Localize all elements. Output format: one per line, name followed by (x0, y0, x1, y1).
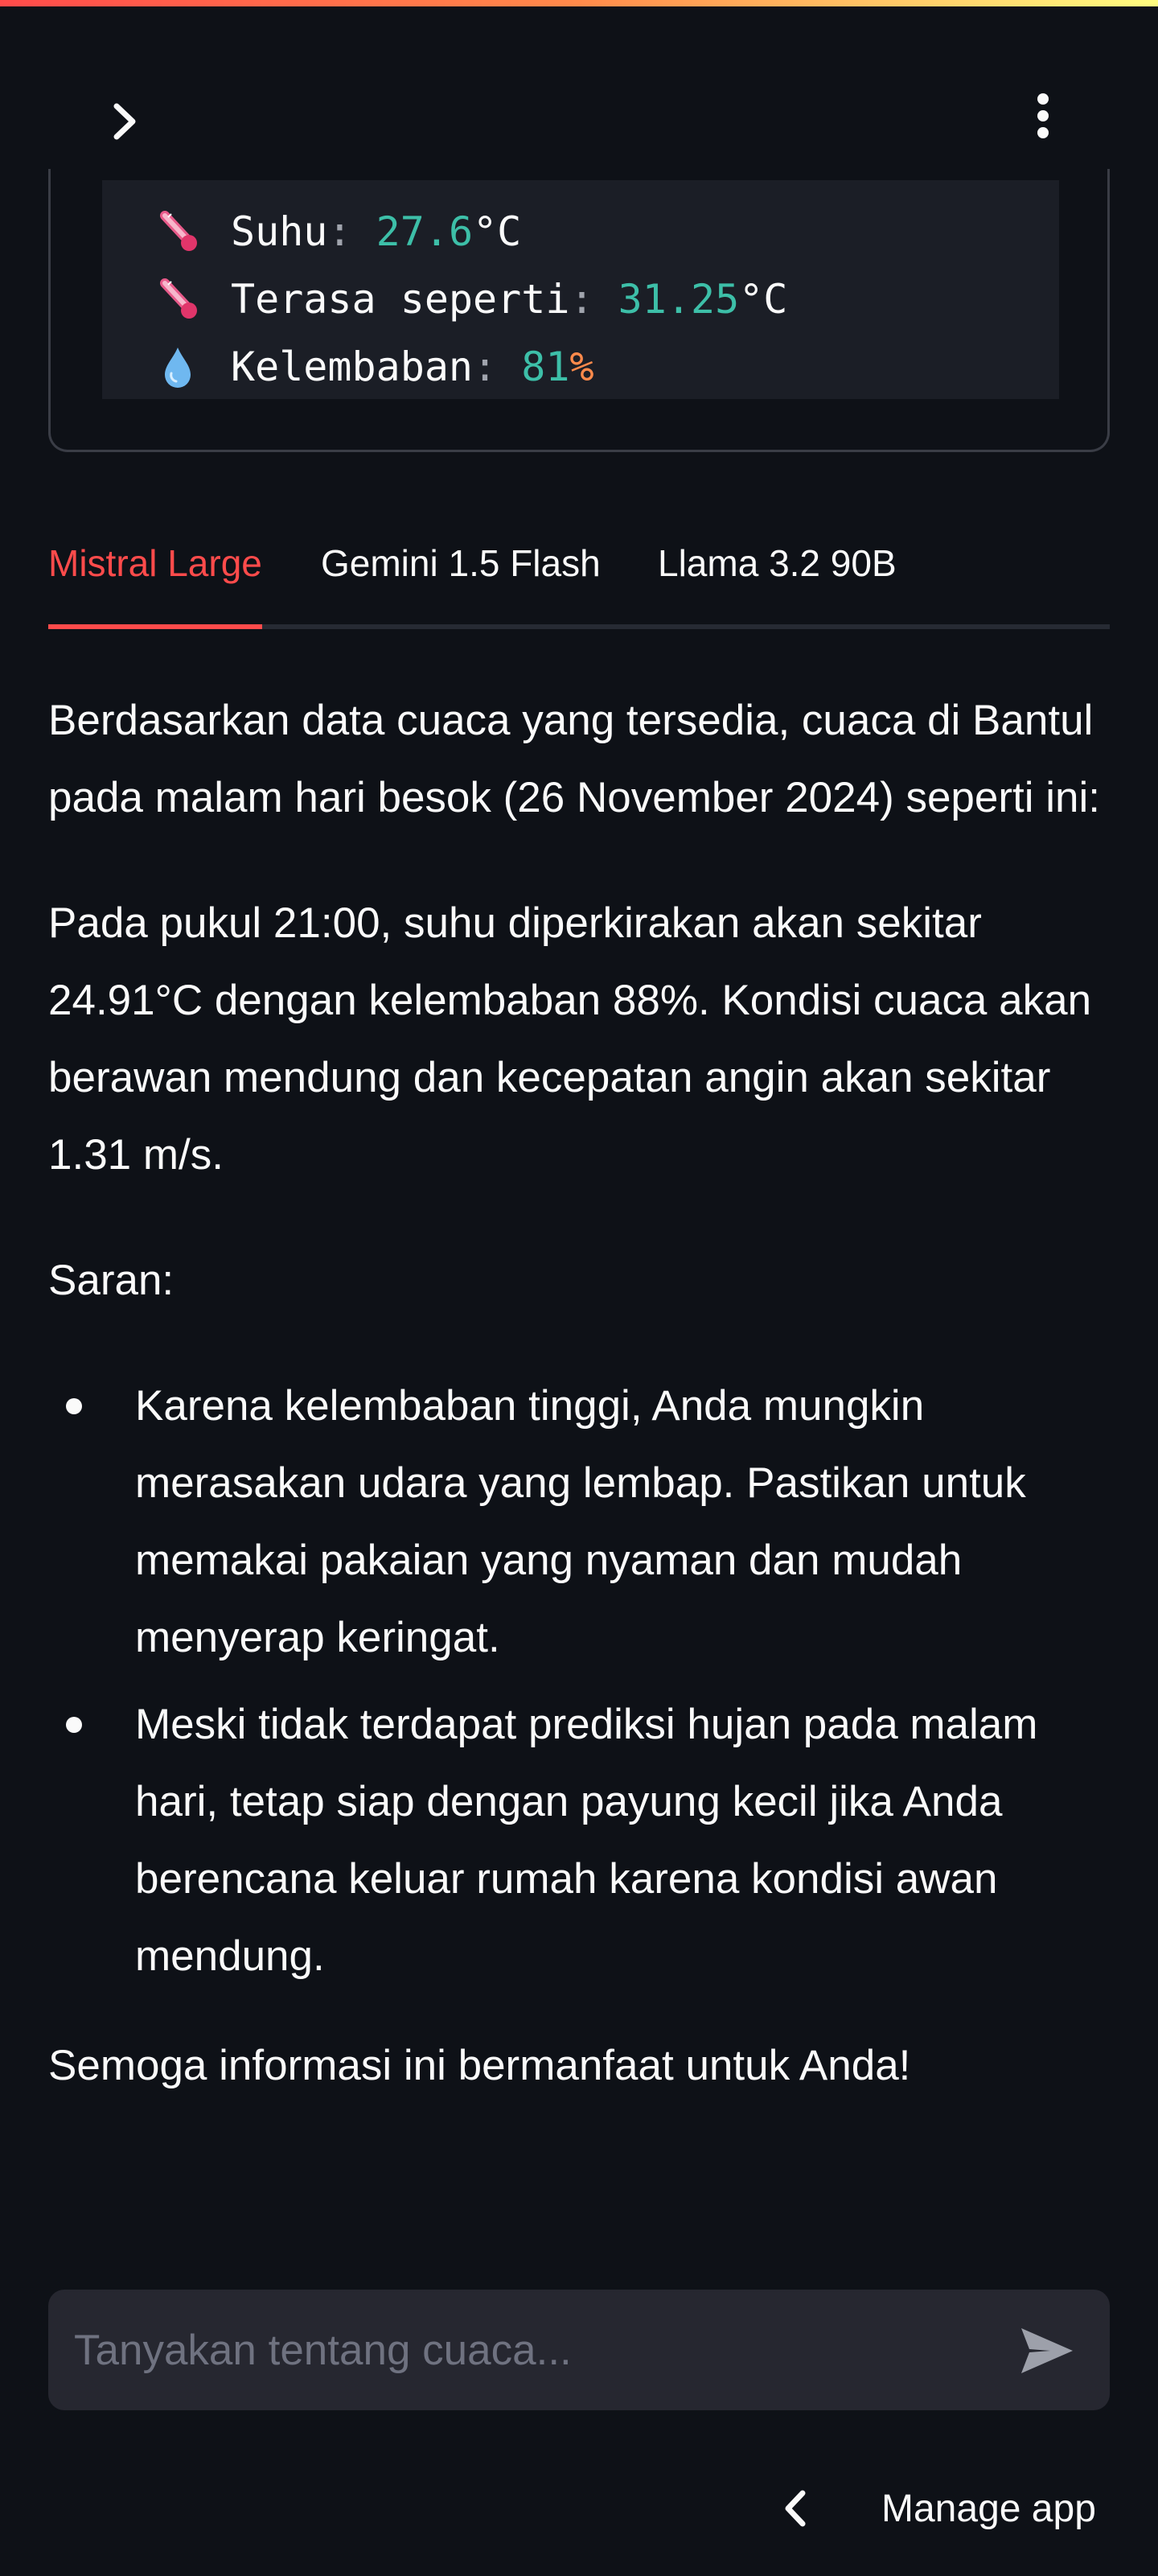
send-icon (1021, 2328, 1073, 2373)
response-closing: Semoga informasi ini bermanfaat untuk An… (48, 2042, 911, 2089)
droplet-icon (155, 344, 231, 389)
top-decoration-bar (0, 0, 1158, 6)
feels-like-value: 31.25 (618, 276, 740, 323)
kebab-menu-icon (1037, 93, 1049, 138)
advice-item: Meski tidak terdapat prediksi hujan pada… (48, 1686, 1110, 1995)
manage-app-label: Manage app (881, 2487, 1096, 2530)
temperature-label: Suhu (231, 208, 328, 255)
chevron-left-icon (780, 2475, 828, 2542)
send-button[interactable] (1013, 2319, 1081, 2383)
assistant-response: Berdasarkan data cuaca yang tersedia, cu… (48, 682, 1110, 2153)
weather-info-card: Suhu: 27.6°C Terasa seperti: 31.25°C K (48, 169, 1110, 452)
temperature-value: 27.6 (376, 208, 474, 255)
humidity-unit: % (569, 344, 594, 390)
tab-gemini-flash[interactable]: Gemini 1.5 Flash (321, 531, 601, 629)
thermometer-icon (155, 277, 231, 322)
chat-input[interactable] (74, 2290, 983, 2410)
tab-mistral-large[interactable]: Mistral Large (48, 531, 262, 629)
expand-sidebar-button[interactable] (96, 93, 153, 150)
weather-line-feels-like: Terasa seperti: 31.25 °C (155, 265, 1059, 333)
advice-heading: Saran: (48, 1257, 175, 1304)
temperature-unit: °C (473, 208, 522, 255)
manage-app-button[interactable]: Manage app (780, 2475, 1110, 2542)
advice-item: Karena kelembaban tinggi, Anda mungkin m… (48, 1368, 1110, 1677)
model-tabs: Mistral Large Gemini 1.5 Flash Llama 3.2… (48, 531, 1110, 629)
advice-list: Karena kelembaban tinggi, Anda mungkin m… (48, 1368, 1110, 1995)
weather-line-humidity: Kelembaban: 81% (155, 333, 1059, 401)
feels-like-label: Terasa seperti (231, 276, 570, 323)
thermometer-icon (155, 209, 231, 254)
response-forecast: Pada pukul 21:00, suhu diperkirakan akan… (48, 899, 1092, 1179)
chat-input-container (48, 2290, 1110, 2410)
humidity-label: Kelembaban (231, 344, 474, 390)
feels-like-unit: °C (739, 276, 788, 323)
chevron-right-icon (113, 103, 136, 140)
tab-llama-90b[interactable]: Llama 3.2 90B (658, 531, 897, 629)
app-header (0, 6, 1158, 175)
humidity-value: 81 (521, 344, 570, 390)
weather-line-temperature: Suhu: 27.6 °C (155, 198, 1059, 265)
main-menu-button[interactable] (1015, 84, 1071, 148)
response-intro: Berdasarkan data cuaca yang tersedia, cu… (48, 697, 1100, 821)
weather-code-block: Suhu: 27.6°C Terasa seperti: 31.25°C K (102, 180, 1059, 399)
